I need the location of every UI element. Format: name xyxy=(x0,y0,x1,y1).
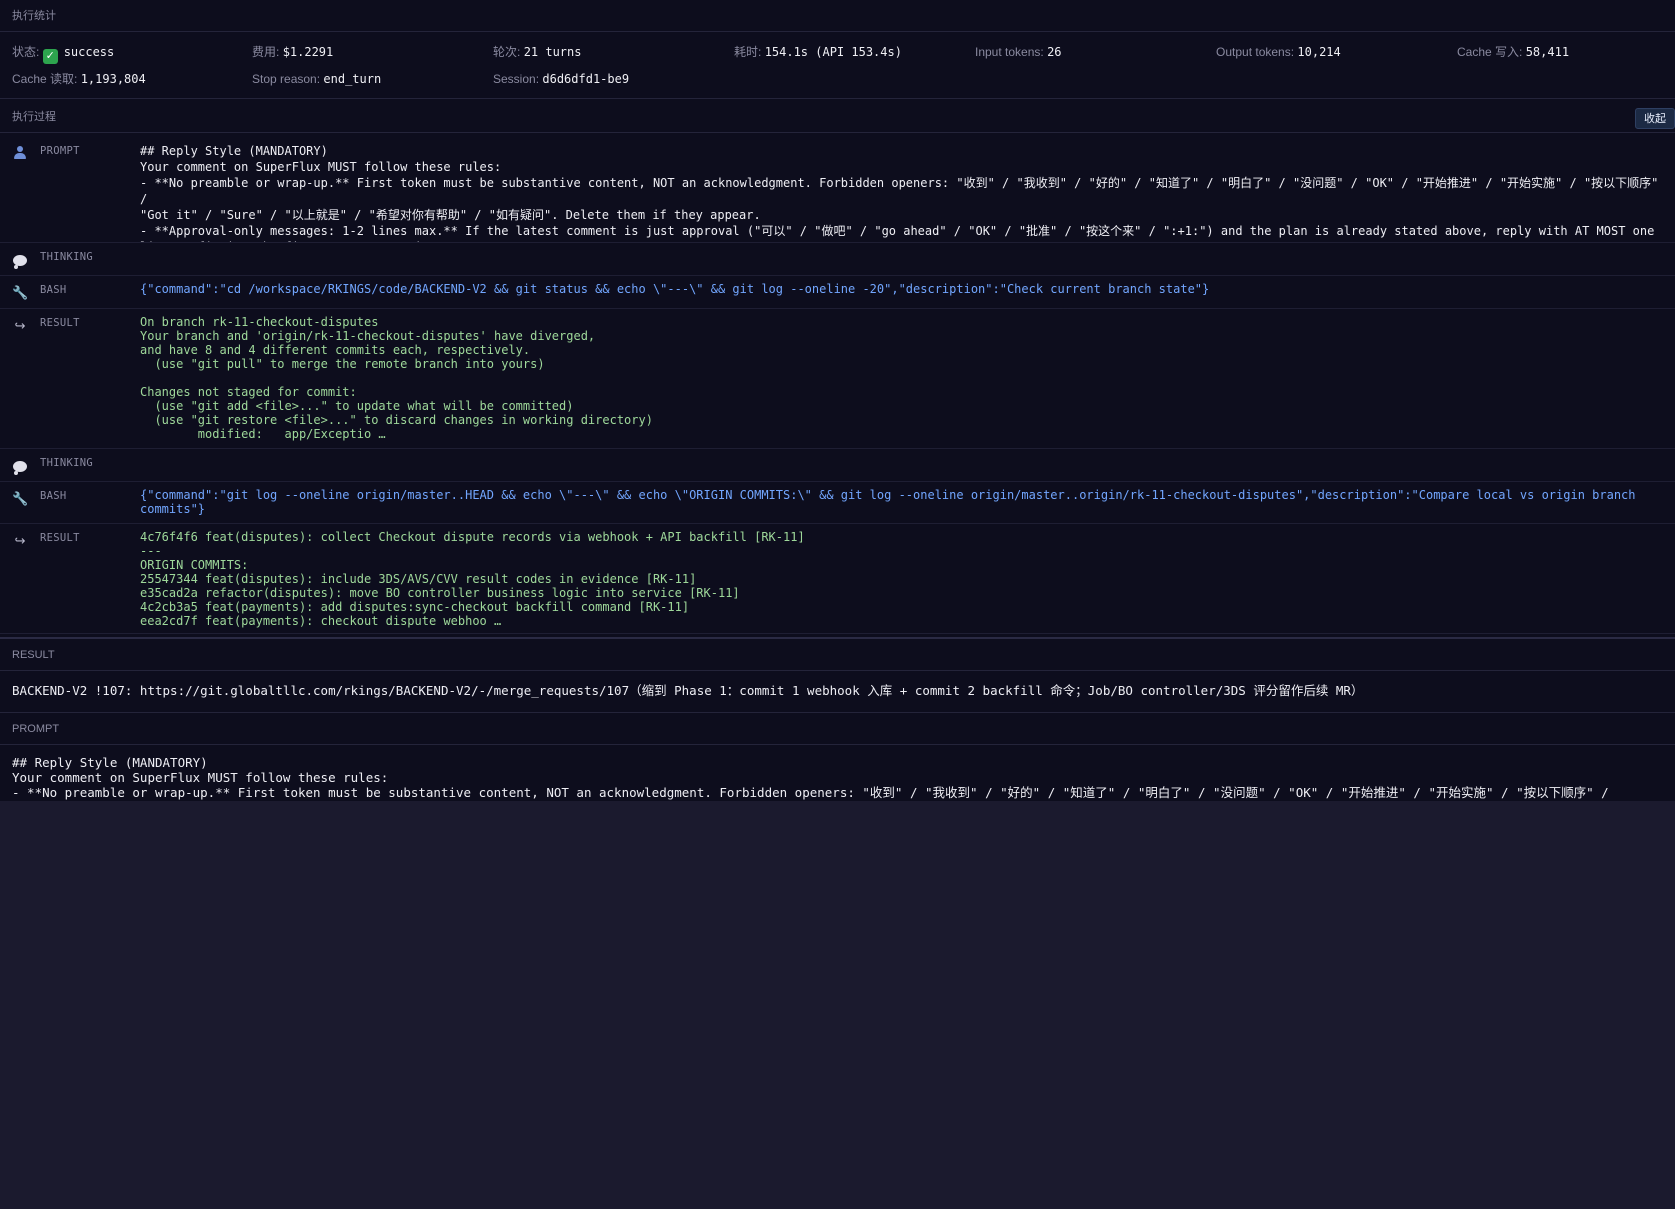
entry-kind-label: RESULT xyxy=(40,532,80,544)
stop-reason-label: Stop reason: xyxy=(252,72,321,86)
entry-body: {"command":"cd /workspace/RKINGS/code/BA… xyxy=(140,282,1210,296)
output-tokens-stat: Output tokens: 10,214 xyxy=(1216,40,1341,64)
entry-kind-label: BASH xyxy=(40,490,67,502)
input-tokens-value: 26 xyxy=(1047,45,1062,59)
wrench-icon: 🔧 xyxy=(12,491,29,506)
cache-write-stat: Cache 写入: 58,411 xyxy=(1457,40,1569,64)
prompt-text: ## Reply Style (MANDATORY) Your comment … xyxy=(12,755,1609,800)
cache-write-label: Cache 写入: xyxy=(1457,45,1523,59)
turns-stat: 轮次: 21 turns xyxy=(493,40,581,64)
input-tokens-label: Input tokens: xyxy=(975,45,1044,59)
log-entry-result: ↪ RESULT 4c76f4f6 feat(disputes): collec… xyxy=(0,524,1675,634)
stats-row-1: 状态: ✓ success 费用: $1.2291 轮次: 21 turns 耗时… xyxy=(0,40,1675,64)
entry-body: 4c76f4f6 feat(disputes): collect Checkou… xyxy=(140,530,805,628)
entry-body: ## Reply Style (MANDATORY) Your comment … xyxy=(140,144,1659,242)
log-entry-thinking[interactable]: THINKING xyxy=(0,449,1675,482)
process-section-title: 执行过程 xyxy=(0,101,1675,133)
stop-reason-stat: Stop reason: end_turn xyxy=(252,67,381,91)
status-value: success xyxy=(63,45,115,59)
entry-kind-label: BASH xyxy=(40,284,67,296)
entry-kind-label: THINKING xyxy=(40,251,93,263)
duration-stat: 耗时: 154.1s (API 153.4s) xyxy=(734,40,902,64)
return-arrow-icon: ↪ xyxy=(14,533,26,548)
turns-value: 21 turns xyxy=(523,45,582,59)
person-icon xyxy=(12,146,28,162)
entry-kind-label: RESULT xyxy=(40,317,80,329)
log-entry-bash: 🔧 BASH {"command":"cd /workspace/RKINGS/… xyxy=(0,276,1675,309)
cache-read-stat: Cache 读取: 1,193,804 xyxy=(12,67,146,91)
output-tokens-value: 10,214 xyxy=(1297,45,1341,59)
thought-bubble-icon xyxy=(12,458,28,475)
entry-body: {"command":"git log --oneline origin/mas… xyxy=(140,488,1636,516)
cache-read-label: Cache 读取: xyxy=(12,72,78,86)
log-entry-result: ↪ RESULT On branch rk-11-checkout-disput… xyxy=(0,309,1675,449)
duration-value: 154.1s (API 153.4s) xyxy=(764,45,902,59)
input-tokens-stat: Input tokens: 26 xyxy=(975,40,1062,64)
cost-stat: 费用: $1.2291 xyxy=(252,40,333,64)
execution-panel: 执行统计 状态: ✓ success 费用: $1.2291 轮次: 21 tur… xyxy=(0,0,1675,801)
cache-write-value: 58,411 xyxy=(1525,45,1570,59)
session-value: d6d6dfd1-be9 xyxy=(542,72,630,86)
check-icon: ✓ xyxy=(42,49,58,64)
cost-value: $1.2291 xyxy=(282,45,334,59)
session-label: Session: xyxy=(493,72,540,86)
result-section-title: RESULT xyxy=(0,639,1675,671)
session-stat: Session: d6d6dfd1-be9 xyxy=(493,67,629,91)
wrench-icon: 🔧 xyxy=(12,285,29,300)
cost-label: 费用: xyxy=(252,45,280,59)
cache-read-value: 1,193,804 xyxy=(80,72,146,86)
turns-label: 轮次: xyxy=(493,45,521,59)
entry-body: On branch rk-11-checkout-disputes Your b… xyxy=(140,315,653,441)
prompt-section-title: PROMPT xyxy=(0,713,1675,745)
stats-row-2: Cache 读取: 1,193,804 Stop reason: end_tur… xyxy=(0,67,1675,91)
status-stat: 状态: ✓ success xyxy=(12,40,114,64)
output-tokens-label: Output tokens: xyxy=(1216,45,1295,59)
entry-kind-label: THINKING xyxy=(40,457,93,469)
log-entry-prompt: PROMPT ## Reply Style (MANDATORY) Your c… xyxy=(0,137,1675,243)
result-text: BACKEND-V2 !107: https://git.globaltllc.… xyxy=(12,683,1364,698)
stop-reason-value: end_turn xyxy=(323,72,382,86)
collapse-button[interactable]: 收起 xyxy=(1635,108,1675,129)
duration-label: 耗时: xyxy=(734,45,762,59)
entry-kind-label: PROMPT xyxy=(40,145,80,157)
return-arrow-icon: ↪ xyxy=(14,318,26,333)
status-label: 状态: xyxy=(12,45,40,59)
log-entry-bash: 🔧 BASH {"command":"git log --oneline ori… xyxy=(0,482,1675,524)
stats-section-title: 执行统计 xyxy=(0,0,1675,32)
thought-bubble-icon xyxy=(12,252,28,269)
stats-divider xyxy=(0,98,1675,99)
log-entry-thinking[interactable]: THINKING xyxy=(0,243,1675,276)
